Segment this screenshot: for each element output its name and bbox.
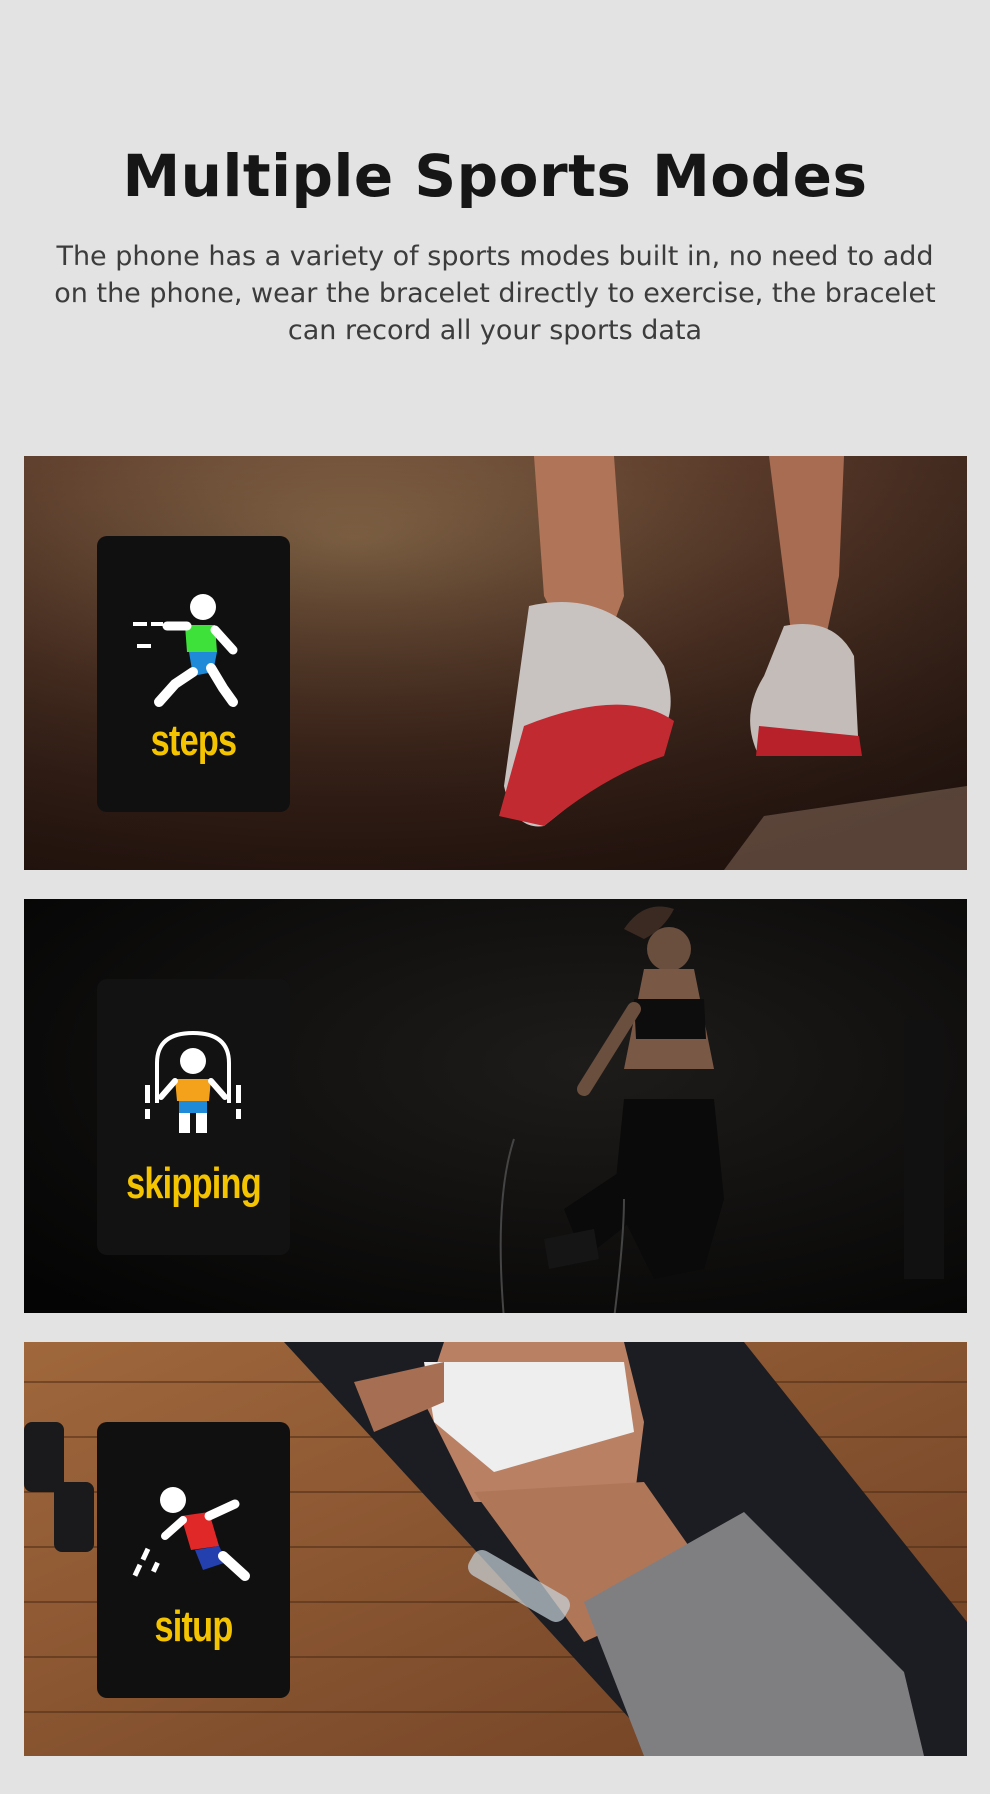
mode-card-skipping: skipping xyxy=(97,979,290,1255)
page-title: Multiple Sports Modes xyxy=(122,142,868,210)
mode-panel-steps: steps xyxy=(24,456,967,870)
situp-person-icon xyxy=(132,1487,250,1581)
mode-panel-skipping: skipping xyxy=(24,899,967,1313)
mode-label-situp: situp xyxy=(154,1602,233,1651)
mode-card-situp: situp xyxy=(97,1422,290,1698)
mode-card-steps: steps xyxy=(97,536,290,812)
page-description: The phone has a variety of sports modes … xyxy=(54,241,936,346)
running-person-icon xyxy=(133,594,238,707)
mode-label-steps: steps xyxy=(150,716,238,765)
mode-label-skipping: skipping xyxy=(126,1159,262,1208)
mode-panel-situp: situp xyxy=(24,1342,967,1756)
jump-rope-icon xyxy=(145,1030,241,1133)
